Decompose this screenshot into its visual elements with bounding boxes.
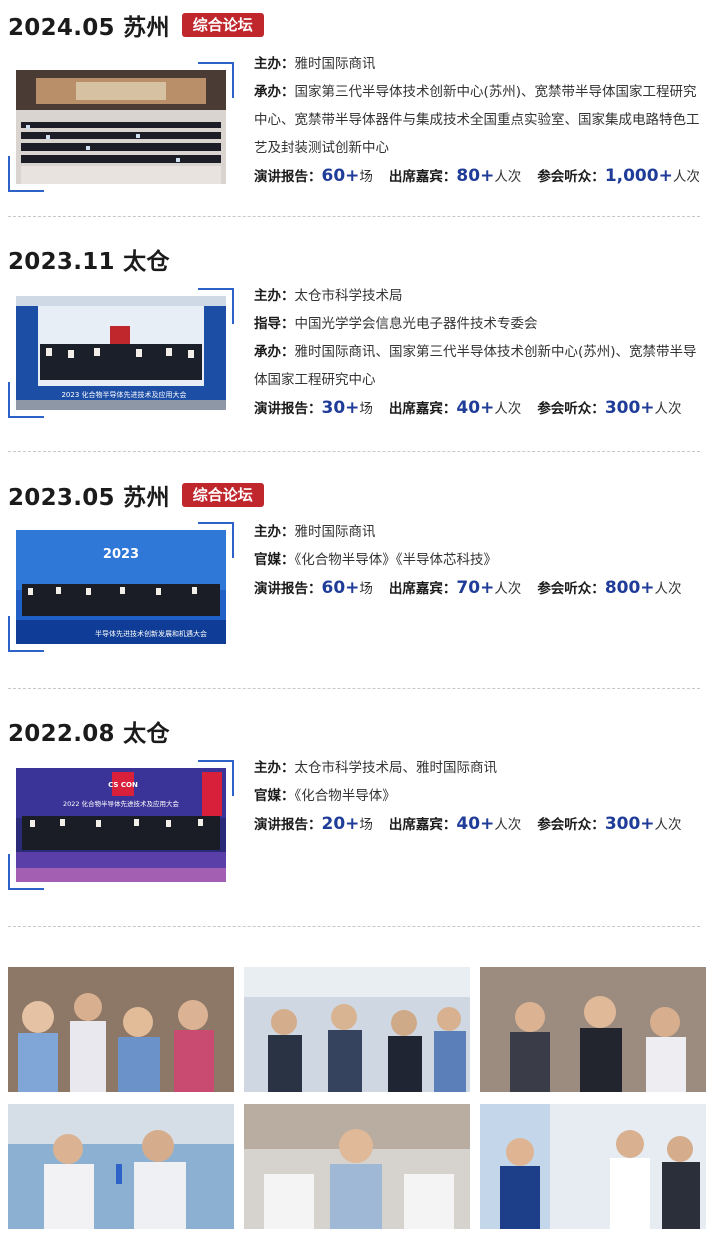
event-header: 2022.08 太仓 (8, 716, 170, 747)
section-divider (8, 688, 700, 689)
section-divider (8, 451, 700, 452)
event-date-city: 2023.05 苏州 (8, 485, 170, 511)
event-date-city: 2023.11 太仓 (8, 249, 170, 275)
media-row: 官媒：《化合物半导体》 (254, 788, 396, 804)
audience-photo (244, 1104, 470, 1229)
photo-banner-year: 2023 (103, 547, 139, 562)
section-divider (8, 926, 700, 927)
conference-hall-photo (16, 70, 226, 184)
group-photo: 2023 化合物半导体先进技术及应用大会 (16, 296, 226, 410)
event-date-city: 2022.08 太仓 (8, 721, 170, 747)
host-row: 主办：雅时国际商讯 (254, 524, 376, 540)
event-date-city: 2024.05 苏州 (8, 15, 170, 41)
guidance-row: 指导：中国光学学会信息光电子器件技术专委会 (254, 316, 538, 332)
host-row: 主办：太仓市科学技术局 (254, 288, 403, 304)
event-header: 2023.11 太仓 (8, 244, 170, 275)
event-info: 主办：雅时国际商讯 承办：国家第三代半导体技术创新中心(苏州)、宽禁带半导体国家… (254, 50, 704, 191)
organizer-row: 承办：雅时国际商讯、国家第三代半导体技术创新中心(苏州)、宽禁带半导体国家工程研… (254, 344, 697, 388)
group-photo: CS CON 2022 化合物半导体先进技术及应用大会 (16, 768, 226, 882)
stats-row: 演讲报告：60+场 出席嘉宾：80+人次 参会听众：1,000+人次 (254, 166, 700, 186)
event-photo-frame (8, 62, 234, 192)
event-photo-frame: 2023 半导体先进技术创新发展和机遇大会 (8, 522, 234, 652)
photo-banner-text: 2022 化合物半导体先进技术及应用大会 (63, 799, 180, 808)
media-row: 官媒：《化合物半导体》《半导体芯科技》 (254, 552, 497, 568)
stats-row: 演讲报告：20+场 出席嘉宾：40+人次 参会听众：300+人次 (254, 814, 682, 834)
event-photo-frame: CS CON 2022 化合物半导体先进技术及应用大会 (8, 760, 234, 890)
group-photo: 2023 半导体先进技术创新发展和机遇大会 (16, 530, 226, 644)
event-info: 主办：太仓市科学技术局 指导：中国光学学会信息光电子器件技术专委会 承办：雅时国… (254, 282, 704, 423)
speaker-photo (8, 1104, 234, 1229)
cs-con-logo: CS CON (108, 781, 138, 789)
event-info: 主办：太仓市科学技术局、雅时国际商讯 官媒：《化合物半导体》 演讲报告：20+场… (254, 754, 704, 839)
host-row: 主办：太仓市科学技术局、雅时国际商讯 (254, 760, 497, 776)
crowd-photo (244, 967, 470, 1092)
audience-photo (480, 967, 706, 1092)
forum-badge: 综合论坛 (181, 483, 264, 507)
stats-row: 演讲报告：30+场 出席嘉宾：40+人次 参会听众：300+人次 (254, 398, 682, 418)
event-photo-frame: 2023 化合物半导体先进技术及应用大会 (8, 288, 234, 418)
photo-banner-text: 半导体先进技术创新发展和机遇大会 (95, 629, 207, 638)
photo-gallery (8, 967, 708, 1229)
event-info: 主办：雅时国际商讯 官媒：《化合物半导体》《半导体芯科技》 演讲报告：60+场 … (254, 518, 704, 603)
audience-photo (8, 967, 234, 1092)
organizer-row: 承办：国家第三代半导体技术创新中心(苏州)、宽禁带半导体国家工程研究中心、宽禁带… (254, 84, 700, 156)
event-header: 2023.05 苏州 综合论坛 (8, 480, 264, 511)
exhibition-photo (480, 1104, 706, 1229)
section-divider (8, 216, 700, 217)
host-row: 主办：雅时国际商讯 (254, 56, 376, 72)
event-header: 2024.05 苏州 综合论坛 (8, 10, 264, 41)
forum-badge: 综合论坛 (181, 13, 264, 37)
stats-row: 演讲报告：60+场 出席嘉宾：70+人次 参会听众：800+人次 (254, 578, 682, 598)
photo-banner-text: 2023 化合物半导体先进技术及应用大会 (61, 390, 186, 399)
